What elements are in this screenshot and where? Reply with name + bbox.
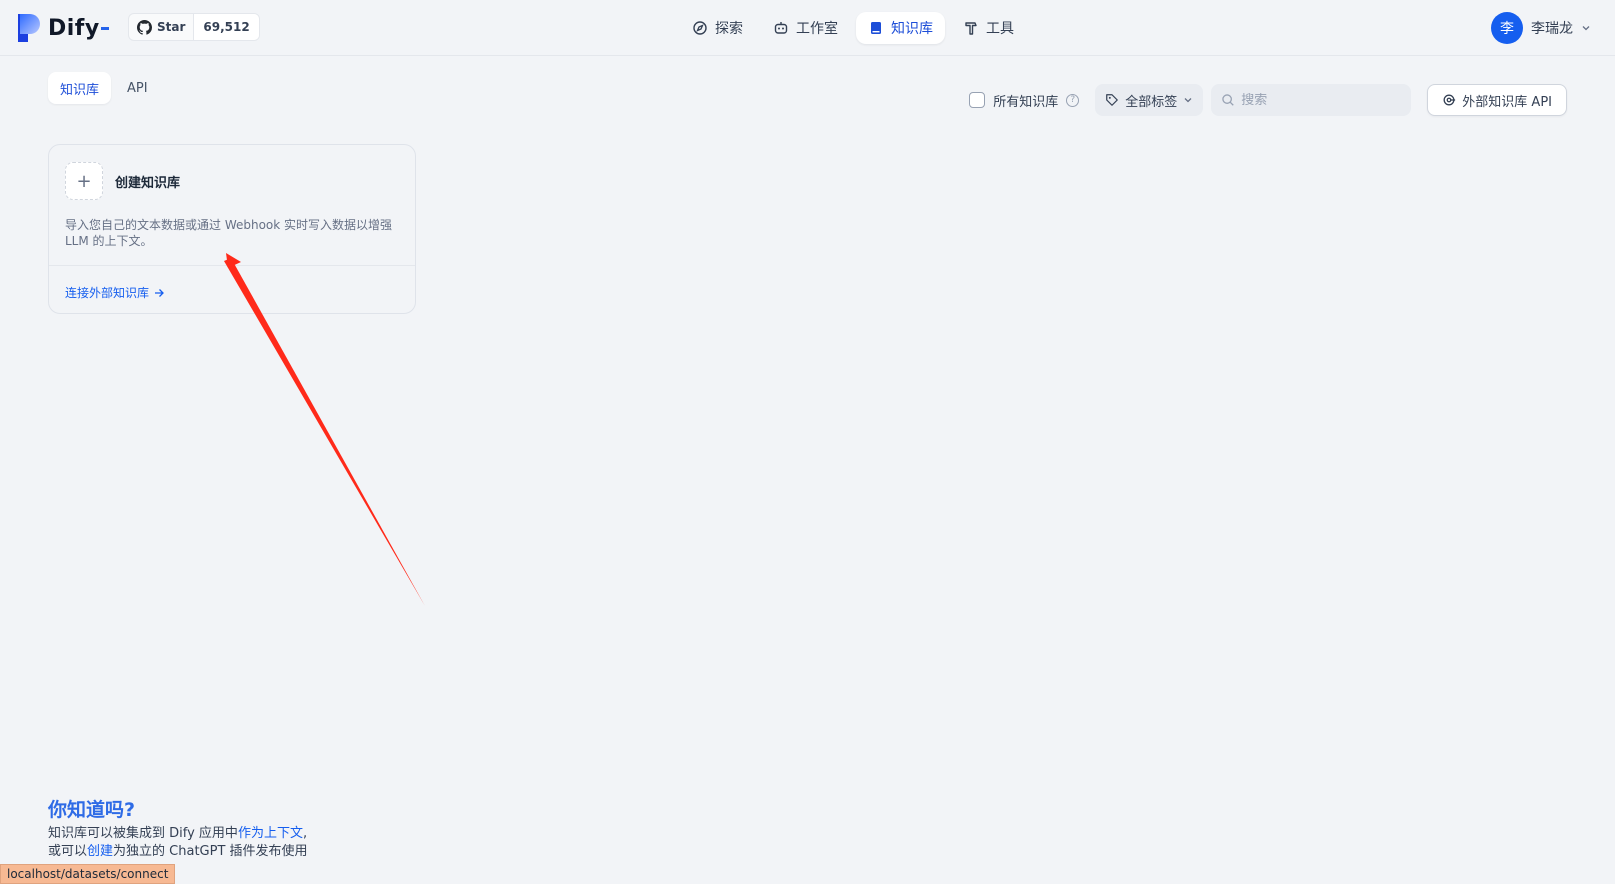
arrow-right-icon xyxy=(155,288,164,297)
external-api-label: 外部知识库 API xyxy=(1462,94,1552,110)
dyk-line2-text: 或可以 xyxy=(48,844,88,859)
create-dataset-description: 导入您自己的文本数据或通过 Webhook 实时写入数据以增强 LLM 的上下文… xyxy=(65,218,393,248)
as-context-link[interactable]: 作为上下文 xyxy=(238,826,303,841)
github-star-label: Star xyxy=(157,20,186,34)
tab-datasets[interactable]: 知识库 xyxy=(48,72,112,104)
chevron-down-icon xyxy=(1582,26,1590,31)
avatar: 李 xyxy=(1491,12,1523,44)
tag-filter-select[interactable]: 全部标签 xyxy=(1095,84,1204,116)
hammer-icon xyxy=(965,22,977,35)
dataset-tabs: 知识库 API xyxy=(48,72,160,104)
main-nav: 探索 工作室 知识库 工具 xyxy=(680,12,1026,44)
nav-studio-label: 工作室 xyxy=(796,21,838,37)
book-icon xyxy=(871,22,881,34)
search-icon xyxy=(1222,94,1235,106)
api-connection-icon xyxy=(1443,94,1456,106)
create-dataset-card[interactable]: + 创建知识库 导入您自己的文本数据或通过 Webhook 实时写入数据以增强 … xyxy=(48,144,416,314)
nav-knowledge[interactable]: 知识库 xyxy=(856,12,945,44)
search-input[interactable] xyxy=(1241,92,1402,108)
github-star-count: 69,512 xyxy=(193,14,259,40)
nav-knowledge-label: 知识库 xyxy=(891,21,933,37)
dyk-line1-text: 知识库可以被集成到 Dify 应用中 xyxy=(48,826,238,841)
did-you-know-text: 知识库可以被集成到 Dify 应用中作为上下文, 或可以创建为独立的 ChatG… xyxy=(48,825,308,861)
nav-tools-label: 工具 xyxy=(986,21,1014,37)
footer-area xyxy=(0,760,1615,884)
help-icon[interactable]: ? xyxy=(1066,93,1080,107)
nav-tools[interactable]: 工具 xyxy=(951,12,1026,44)
card-divider xyxy=(49,265,415,266)
chevron-down-icon xyxy=(1184,98,1192,103)
create-dataset-header[interactable]: + 创建知识库 xyxy=(65,162,180,200)
dyk-line2-tail: 为独立的 ChatGPT 插件发布使用 xyxy=(113,844,308,859)
connect-external-label: 连接外部知识库 xyxy=(65,286,150,300)
logo-text: Dify xyxy=(48,15,100,41)
nav-studio[interactable]: 工作室 xyxy=(761,12,850,44)
all-datasets-toggle[interactable]: 所有知识库 ? xyxy=(969,91,1080,110)
nav-explore[interactable]: 探索 xyxy=(680,12,755,44)
external-api-button[interactable]: 外部知识库 API xyxy=(1427,84,1567,116)
did-you-know-title: 你知道吗? xyxy=(48,799,136,821)
filter-bar: 所有知识库 ? 全部标签 外部知识库 API xyxy=(969,84,1567,116)
user-menu[interactable]: 李 李瑞龙 xyxy=(1491,12,1591,44)
compass-icon xyxy=(693,21,707,35)
dify-logo-icon xyxy=(16,13,42,43)
tab-api[interactable]: API xyxy=(115,72,160,104)
robot-icon xyxy=(774,22,788,34)
status-url-bar: localhost/datasets/connect xyxy=(0,864,176,884)
search-box[interactable] xyxy=(1211,84,1412,116)
connect-external-dataset-link[interactable]: 连接外部知识库 xyxy=(65,284,165,301)
top-navbar: Dify Star 69,512 探索 工作室 知识库 工具 李 李瑞龙 xyxy=(0,0,1615,56)
user-name: 李瑞龙 xyxy=(1531,21,1573,37)
tag-icon xyxy=(1106,94,1119,106)
all-datasets-checkbox[interactable] xyxy=(969,92,986,108)
dyk-line1-tail: , xyxy=(302,826,308,841)
dify-logo[interactable]: Dify xyxy=(16,13,109,43)
github-star-badge[interactable]: Star 69,512 xyxy=(128,13,260,41)
create-dataset-title: 创建知识库 xyxy=(115,175,181,191)
github-icon xyxy=(137,19,152,35)
all-datasets-label: 所有知识库 xyxy=(993,94,1059,110)
nav-explore-label: 探索 xyxy=(715,21,743,37)
annotation-arrow xyxy=(224,253,425,606)
plus-icon: + xyxy=(65,162,103,200)
tag-filter-label: 全部标签 xyxy=(1125,94,1178,110)
create-plugin-link[interactable]: 创建 xyxy=(87,844,113,859)
